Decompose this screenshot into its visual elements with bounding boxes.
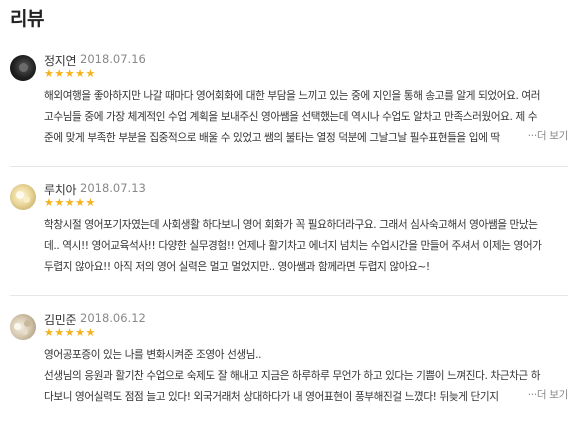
review-item: 정지연 2018.07.16 ★★★★★ 해외여행을 좋아하지만 나갈 때마다 … xyxy=(10,52,568,166)
read-more-link[interactable]: ···더 보기 xyxy=(528,128,569,143)
review-text-line: 고수님들 중에 가장 체계적인 수업 계획을 보내주신 영아쌤을 선택했는데 역… xyxy=(44,111,538,123)
review-date: 2018.07.16 xyxy=(80,52,146,66)
divider xyxy=(10,166,568,167)
review-date: 2018.06.12 xyxy=(80,311,146,325)
review-text-line: 선생님의 응원과 활기찬 수업으로 숙제도 잘 해내고 지금은 하루하루 무언가… xyxy=(44,370,541,382)
review-item: 루치아 2018.07.13 ★★★★★ 학창시절 영어포기자였는데 사회생활 … xyxy=(10,181,568,280)
star-rating: ★★★★★ xyxy=(44,326,96,339)
read-more-link[interactable]: ···더 보기 xyxy=(528,387,569,402)
review-text-line: 해외여행을 좋아하지만 나갈 때마다 영어회화에 대한 부담을 느끼고 있는 중… xyxy=(44,90,541,102)
avatar[interactable] xyxy=(10,184,36,210)
avatar[interactable] xyxy=(10,314,36,340)
avatar[interactable] xyxy=(10,55,36,81)
review-text-line: 학창시절 영어포기자였는데 사회생활 하다보니 영어 회화가 꼭 필요하더라구요… xyxy=(44,219,538,231)
review-text: 학창시절 영어포기자였는데 사회생활 하다보니 영어 회화가 꼭 필요하더라구요… xyxy=(44,215,568,278)
star-rating: ★★★★★ xyxy=(44,67,96,80)
review-date: 2018.07.13 xyxy=(80,181,146,195)
review-text: 영어공포증이 있는 나를 변화시켜준 조영아 선생님.. 선생님의 응원과 활기… xyxy=(44,345,568,408)
review-text-line: 두렵지 않아요!! 아직 저의 영어 실력은 멀고 멀었지만.. 영아쌤과 함께… xyxy=(44,261,430,273)
review-text-line: 다보니 영어실력도 점점 늘고 있다! 외국거래처 상대하다가 내 영어표현이 … xyxy=(44,391,499,403)
review-text: 해외여행을 좋아하지만 나갈 때마다 영어회화에 대한 부담을 느끼고 있는 중… xyxy=(44,86,568,149)
review-text-line: 준에 맞게 부족한 부분을 집중적으로 배울 수 있었고 쌤의 불타는 열정 덕… xyxy=(44,132,500,144)
review-text-line: 영어공포증이 있는 나를 변화시켜준 조영아 선생님.. xyxy=(44,349,262,361)
reviews-section-title: 리뷰 xyxy=(10,8,44,30)
divider xyxy=(10,295,568,296)
review-item: 김민준 2018.06.12 ★★★★★ 영어공포증이 있는 나를 변화시켜준 … xyxy=(10,311,568,416)
review-text-line: 데.. 역시!! 영어교육석사!! 다양한 실무경험!! 언제나 활기차고 에너… xyxy=(44,240,542,252)
star-rating: ★★★★★ xyxy=(44,196,96,209)
